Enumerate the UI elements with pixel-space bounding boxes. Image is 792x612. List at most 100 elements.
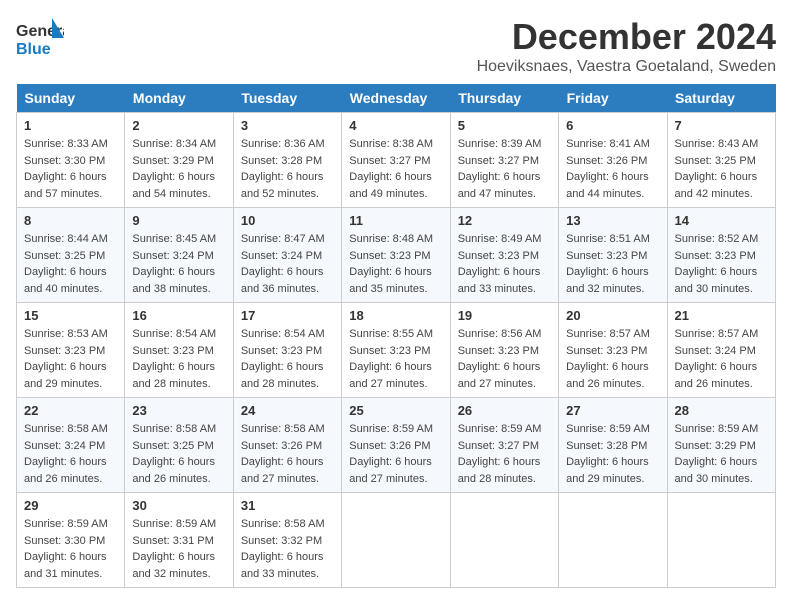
day-info: Sunrise: 8:54 AM Sunset: 3:23 PM Dayligh… — [132, 326, 225, 392]
calendar-cell: 3 Sunrise: 8:36 AM Sunset: 3:28 PM Dayli… — [233, 113, 341, 208]
day-info: Sunrise: 8:47 AM Sunset: 3:24 PM Dayligh… — [241, 231, 334, 297]
day-info: Sunrise: 8:36 AM Sunset: 3:28 PM Dayligh… — [241, 136, 334, 202]
day-number: 11 — [349, 213, 442, 228]
calendar-cell: 24 Sunrise: 8:58 AM Sunset: 3:26 PM Dayl… — [233, 398, 341, 493]
day-info: Sunrise: 8:33 AM Sunset: 3:30 PM Dayligh… — [24, 136, 117, 202]
day-number: 9 — [132, 213, 225, 228]
day-number: 4 — [349, 118, 442, 133]
day-info: Sunrise: 8:52 AM Sunset: 3:23 PM Dayligh… — [675, 231, 768, 297]
day-info: Sunrise: 8:34 AM Sunset: 3:29 PM Dayligh… — [132, 136, 225, 202]
logo-text: General Blue — [16, 16, 64, 65]
day-info: Sunrise: 8:41 AM Sunset: 3:26 PM Dayligh… — [566, 136, 659, 202]
calendar-cell: 21 Sunrise: 8:57 AM Sunset: 3:24 PM Dayl… — [667, 303, 775, 398]
day-number: 2 — [132, 118, 225, 133]
calendar-cell — [559, 493, 667, 588]
page-header: General Blue December 2024 Hoeviksnaes, … — [16, 16, 776, 76]
calendar-cell: 6 Sunrise: 8:41 AM Sunset: 3:26 PM Dayli… — [559, 113, 667, 208]
day-info: Sunrise: 8:59 AM Sunset: 3:26 PM Dayligh… — [349, 421, 442, 487]
day-info: Sunrise: 8:54 AM Sunset: 3:23 PM Dayligh… — [241, 326, 334, 392]
day-number: 14 — [675, 213, 768, 228]
day-number: 24 — [241, 403, 334, 418]
day-info: Sunrise: 8:59 AM Sunset: 3:27 PM Dayligh… — [458, 421, 551, 487]
calendar-cell: 17 Sunrise: 8:54 AM Sunset: 3:23 PM Dayl… — [233, 303, 341, 398]
day-number: 1 — [24, 118, 117, 133]
calendar-cell: 28 Sunrise: 8:59 AM Sunset: 3:29 PM Dayl… — [667, 398, 775, 493]
day-number: 12 — [458, 213, 551, 228]
day-number: 5 — [458, 118, 551, 133]
calendar-cell: 8 Sunrise: 8:44 AM Sunset: 3:25 PM Dayli… — [17, 208, 125, 303]
calendar-cell: 23 Sunrise: 8:58 AM Sunset: 3:25 PM Dayl… — [125, 398, 233, 493]
day-info: Sunrise: 8:39 AM Sunset: 3:27 PM Dayligh… — [458, 136, 551, 202]
header-sunday: Sunday — [17, 84, 125, 113]
day-info: Sunrise: 8:48 AM Sunset: 3:23 PM Dayligh… — [349, 231, 442, 297]
day-info: Sunrise: 8:53 AM Sunset: 3:23 PM Dayligh… — [24, 326, 117, 392]
day-number: 7 — [675, 118, 768, 133]
svg-text:Blue: Blue — [16, 41, 51, 58]
header-wednesday: Wednesday — [342, 84, 450, 113]
calendar-cell: 7 Sunrise: 8:43 AM Sunset: 3:25 PM Dayli… — [667, 113, 775, 208]
day-info: Sunrise: 8:58 AM Sunset: 3:32 PM Dayligh… — [241, 516, 334, 582]
day-number: 31 — [241, 498, 334, 513]
day-number: 3 — [241, 118, 334, 133]
calendar-cell: 19 Sunrise: 8:56 AM Sunset: 3:23 PM Dayl… — [450, 303, 558, 398]
header-friday: Friday — [559, 84, 667, 113]
calendar-cell: 15 Sunrise: 8:53 AM Sunset: 3:23 PM Dayl… — [17, 303, 125, 398]
day-info: Sunrise: 8:57 AM Sunset: 3:23 PM Dayligh… — [566, 326, 659, 392]
calendar-cell — [342, 493, 450, 588]
day-info: Sunrise: 8:45 AM Sunset: 3:24 PM Dayligh… — [132, 231, 225, 297]
day-info: Sunrise: 8:38 AM Sunset: 3:27 PM Dayligh… — [349, 136, 442, 202]
calendar-cell: 13 Sunrise: 8:51 AM Sunset: 3:23 PM Dayl… — [559, 208, 667, 303]
calendar-cell: 1 Sunrise: 8:33 AM Sunset: 3:30 PM Dayli… — [17, 113, 125, 208]
calendar-cell: 16 Sunrise: 8:54 AM Sunset: 3:23 PM Dayl… — [125, 303, 233, 398]
calendar-cell: 29 Sunrise: 8:59 AM Sunset: 3:30 PM Dayl… — [17, 493, 125, 588]
header-thursday: Thursday — [450, 84, 558, 113]
day-number: 16 — [132, 308, 225, 323]
day-number: 17 — [241, 308, 334, 323]
calendar-cell: 14 Sunrise: 8:52 AM Sunset: 3:23 PM Dayl… — [667, 208, 775, 303]
calendar-cell: 12 Sunrise: 8:49 AM Sunset: 3:23 PM Dayl… — [450, 208, 558, 303]
day-info: Sunrise: 8:59 AM Sunset: 3:30 PM Dayligh… — [24, 516, 117, 582]
day-number: 18 — [349, 308, 442, 323]
day-info: Sunrise: 8:56 AM Sunset: 3:23 PM Dayligh… — [458, 326, 551, 392]
calendar-cell — [667, 493, 775, 588]
calendar-cell — [450, 493, 558, 588]
week-row-1: 1 Sunrise: 8:33 AM Sunset: 3:30 PM Dayli… — [17, 113, 776, 208]
day-number: 20 — [566, 308, 659, 323]
day-info: Sunrise: 8:43 AM Sunset: 3:25 PM Dayligh… — [675, 136, 768, 202]
day-info: Sunrise: 8:59 AM Sunset: 3:29 PM Dayligh… — [675, 421, 768, 487]
header-monday: Monday — [125, 84, 233, 113]
day-number: 8 — [24, 213, 117, 228]
week-row-4: 22 Sunrise: 8:58 AM Sunset: 3:24 PM Dayl… — [17, 398, 776, 493]
day-info: Sunrise: 8:58 AM Sunset: 3:25 PM Dayligh… — [132, 421, 225, 487]
calendar-cell: 4 Sunrise: 8:38 AM Sunset: 3:27 PM Dayli… — [342, 113, 450, 208]
calendar-cell: 31 Sunrise: 8:58 AM Sunset: 3:32 PM Dayl… — [233, 493, 341, 588]
calendar-cell: 10 Sunrise: 8:47 AM Sunset: 3:24 PM Dayl… — [233, 208, 341, 303]
calendar-cell: 11 Sunrise: 8:48 AM Sunset: 3:23 PM Dayl… — [342, 208, 450, 303]
title-block: December 2024 Hoeviksnaes, Vaestra Goeta… — [477, 16, 776, 76]
location-title: Hoeviksnaes, Vaestra Goetaland, Sweden — [477, 58, 776, 76]
day-number: 21 — [675, 308, 768, 323]
day-number: 28 — [675, 403, 768, 418]
calendar-cell: 22 Sunrise: 8:58 AM Sunset: 3:24 PM Dayl… — [17, 398, 125, 493]
logo: General Blue — [16, 16, 64, 65]
day-number: 26 — [458, 403, 551, 418]
day-number: 6 — [566, 118, 659, 133]
calendar-cell: 25 Sunrise: 8:59 AM Sunset: 3:26 PM Dayl… — [342, 398, 450, 493]
day-info: Sunrise: 8:58 AM Sunset: 3:26 PM Dayligh… — [241, 421, 334, 487]
day-number: 25 — [349, 403, 442, 418]
day-info: Sunrise: 8:55 AM Sunset: 3:23 PM Dayligh… — [349, 326, 442, 392]
day-info: Sunrise: 8:51 AM Sunset: 3:23 PM Dayligh… — [566, 231, 659, 297]
header-saturday: Saturday — [667, 84, 775, 113]
day-number: 29 — [24, 498, 117, 513]
week-row-5: 29 Sunrise: 8:59 AM Sunset: 3:30 PM Dayl… — [17, 493, 776, 588]
day-info: Sunrise: 8:57 AM Sunset: 3:24 PM Dayligh… — [675, 326, 768, 392]
day-info: Sunrise: 8:58 AM Sunset: 3:24 PM Dayligh… — [24, 421, 117, 487]
calendar-table: SundayMondayTuesdayWednesdayThursdayFrid… — [16, 84, 776, 588]
month-title: December 2024 — [477, 16, 776, 58]
calendar-cell: 27 Sunrise: 8:59 AM Sunset: 3:28 PM Dayl… — [559, 398, 667, 493]
day-info: Sunrise: 8:49 AM Sunset: 3:23 PM Dayligh… — [458, 231, 551, 297]
calendar-cell: 2 Sunrise: 8:34 AM Sunset: 3:29 PM Dayli… — [125, 113, 233, 208]
day-number: 27 — [566, 403, 659, 418]
header-row: SundayMondayTuesdayWednesdayThursdayFrid… — [17, 84, 776, 113]
week-row-2: 8 Sunrise: 8:44 AM Sunset: 3:25 PM Dayli… — [17, 208, 776, 303]
